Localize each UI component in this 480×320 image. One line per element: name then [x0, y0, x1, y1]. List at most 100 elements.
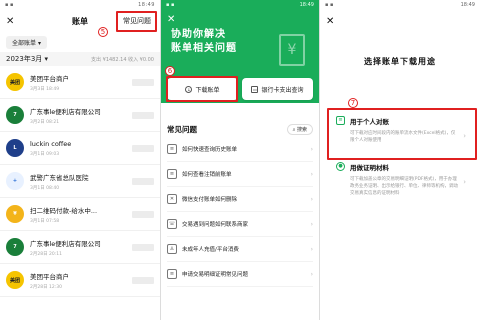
faq-button[interactable]: 常见问题	[120, 13, 154, 29]
faq-item[interactable]: ✕ 微信支付账单如何删除 ›	[167, 187, 313, 212]
transaction-date: 3月1日 08:40	[30, 185, 60, 191]
merchant-logo-icon: 美团	[6, 73, 24, 91]
filter-dropdown[interactable]: 全部账单 ▾	[6, 35, 47, 49]
transaction-row[interactable]: 7 广东事le便利店有限公司 2月28日 20:11	[0, 231, 160, 264]
transaction-date: 3月2日 08:21	[30, 119, 60, 125]
faq-item[interactable]: ☏ 交易遇到问题如何联系商家 ›	[167, 212, 313, 237]
transaction-row[interactable]: Lluckin coffee 3月1日 09:03	[0, 132, 160, 165]
transaction-date: 3月1日 07:58	[30, 218, 60, 224]
bill-list-screen: ▪ ▪ 18:49 ✕ 账单 常见问题 5 全部账单 ▾ 2023年3月 ▾ 支…	[0, 0, 160, 320]
amount-redacted	[132, 243, 154, 251]
purpose-options: ≡ 用于个人对账 可下载对应时间段内的账单流水文件(Excel格式)，仅限个人对…	[320, 110, 480, 203]
merchant-logo-icon: ¥	[6, 205, 24, 223]
chevron-right-icon: ›	[310, 145, 313, 153]
faq-section-title: 常见问题	[167, 124, 197, 134]
merchant-name: luckin coffee	[30, 139, 72, 148]
merchant-name: 美团平台商户	[30, 272, 69, 281]
transaction-info: 美团平台商户 3月3日 18:49	[30, 73, 132, 92]
search-label: 搜索	[296, 126, 307, 133]
chevron-right-icon: ›	[310, 170, 313, 178]
faq-question: 微信支付账单如何删除	[182, 197, 238, 203]
transaction-row[interactable]: + 武警广东省总队医院 3月1日 08:40	[0, 165, 160, 198]
status-bar: ▪ ▪ 18:49	[0, 0, 160, 10]
download-purpose-screen: ▪ ▪ 18:49 ✕ 选择账单下载用途 7 ≡ 用于个人对账 可下载对应时间段…	[320, 0, 480, 320]
option-title: 用于个人对账	[350, 118, 389, 126]
transaction-row[interactable]: ¥ 扫二维码付款-给水中... 3月1日 07:58	[0, 198, 160, 231]
faq-section: 常见问题 ⌕ 搜索 ≡ 如何快速查询历史账单 › ≡ 如何查看注销前账单 › ✕ 微信支付账单…	[161, 103, 319, 287]
amount-redacted	[132, 111, 154, 119]
chevron-right-icon: ›	[310, 195, 313, 203]
amount-redacted	[132, 210, 154, 218]
option-desc: 可下载对应时间段内的账单流水文件(Excel格式)，仅限个人对账使用	[350, 131, 456, 143]
step-marker-5: 5	[98, 27, 108, 37]
transaction-date: 3月3日 18:49	[30, 86, 60, 92]
transaction-row[interactable]: 美团 美团平台商户 3月3日 18:49	[0, 66, 160, 99]
transaction-row[interactable]: 7 广东事le便利店有限公司 3月2日 08:21	[0, 99, 160, 132]
merchant-name: 广东事le便利店有限公司	[30, 107, 101, 116]
close-icon[interactable]: ✕	[6, 16, 14, 27]
option-personal-reconcile[interactable]: ≡ 用于个人对账 可下载对应时间段内的账单流水文件(Excel格式)，仅限个人对…	[328, 110, 472, 150]
screenshot-collage: ▪ ▪ 18:49 ✕ 账单 常见问题 5 全部账单 ▾ 2023年3月 ▾ 支…	[0, 0, 480, 320]
amount-redacted	[132, 177, 154, 185]
faq-item[interactable]: ♙ 未成年人充值/平台消费 ›	[167, 237, 313, 262]
faq-question: 如何查看注销前账单	[182, 172, 232, 178]
transaction-info: 武警广东省总队医院 3月1日 08:40	[30, 172, 132, 191]
transaction-info: luckin coffee 3月1日 09:03	[30, 140, 132, 157]
transaction-date: 2月28日 12:30	[30, 284, 62, 290]
status-time: 18:49	[138, 2, 155, 8]
chevron-right-icon: ›	[310, 245, 313, 253]
faq-icon: ≡	[167, 169, 177, 179]
faq-icon: ✕	[167, 194, 177, 204]
close-icon[interactable]: ✕	[326, 16, 334, 27]
transaction-list: 美团 美团平台商户 3月3日 18:49 7 广东事le便利店有限公司 3月2日 08:2…	[0, 66, 160, 297]
seal-icon: ●	[336, 162, 345, 171]
status-time: 18:49	[460, 2, 475, 8]
search-button[interactable]: ⌕ 搜索	[286, 123, 313, 135]
faq-question: 如何快速查询历史账单	[182, 147, 238, 153]
step-marker-7: 7	[348, 98, 358, 108]
status-bar: ▪ ▪ 18:49	[161, 0, 319, 10]
merchant-logo-icon: 美团	[6, 271, 24, 289]
merchant-logo-icon: 7	[6, 238, 24, 256]
amount-redacted	[132, 144, 154, 152]
filter-row: 全部账单 ▾	[0, 32, 160, 52]
chevron-right-icon: ›	[463, 132, 466, 140]
amount-redacted	[132, 78, 154, 86]
filter-label: 全部账单	[12, 39, 37, 47]
transaction-info: 广东事le便利店有限公司 3月2日 08:21	[30, 106, 132, 125]
month-label: 2023年3月	[6, 55, 43, 63]
top-nav: ✕	[320, 10, 480, 32]
option-text: 用于个人对账 可下载对应时间段内的账单流水文件(Excel格式)，仅限个人对账使…	[350, 116, 458, 144]
transaction-info: 广东事le便利店有限公司 2月28日 20:11	[30, 238, 132, 257]
option-proof-material[interactable]: ● 用做证明材料 可下载加盖公章的交易明细证明(PDF格式)，用于办理政务业务证…	[328, 156, 472, 203]
status-icons-left: ▪ ▪	[5, 2, 14, 8]
option-title: 用做证明材料	[350, 164, 389, 172]
status-bar: ▪ ▪ 18:49	[320, 0, 480, 10]
bill-document-icon: ¥	[279, 34, 305, 66]
transaction-info: 扫二维码付款-给水中... 3月1日 07:58	[30, 205, 132, 224]
merchant-logo-icon: L	[6, 139, 24, 157]
status-time: 18:49	[299, 2, 314, 8]
faq-item[interactable]: ≡ 如何快速查询历史账单 ›	[167, 137, 313, 162]
faq-icon: ≡	[167, 269, 177, 279]
faq-question: 交易遇到问题如何联系商家	[182, 222, 249, 228]
month-selector[interactable]: 2023年3月 ▾	[6, 54, 48, 64]
bank-card-query-button[interactable]: ▭ 银行卡支出查询	[242, 78, 313, 100]
top-nav: ✕	[161, 10, 319, 28]
status-icons-left: ▪ ▪	[325, 2, 334, 8]
bill-help-screen: ▪ ▪ 18:49 ✕ 协助你解决 账单相关问题 ¥ ↓ 下载账单 ▭ 银行卡支…	[161, 0, 319, 320]
merchant-logo-icon: 7	[6, 106, 24, 124]
chevron-down-icon: ▾	[37, 39, 41, 47]
faq-item[interactable]: ≡ 如何查看注销前账单 ›	[167, 162, 313, 187]
merchant-name: 美团平台商户	[30, 74, 69, 83]
highlight-download	[166, 76, 238, 102]
faq-item[interactable]: ≡ 申请交易明细证明常见问题 ›	[167, 262, 313, 287]
transaction-row[interactable]: 美团 美团平台商户 2月28日 12:30	[0, 264, 160, 297]
bank-card-query-label: 银行卡支出查询	[261, 86, 304, 94]
chevron-right-icon: ›	[310, 220, 313, 228]
faq-list: ≡ 如何快速查询历史账单 › ≡ 如何查看注销前账单 › ✕ 微信支付账单如何删除 › ☏ 交易遇到…	[167, 137, 313, 287]
close-icon[interactable]: ✕	[167, 14, 175, 25]
month-summary: 支出 ¥1482.14 收入 ¥0.00	[91, 56, 154, 63]
status-icons-left: ▪ ▪	[166, 2, 175, 8]
search-icon: ⌕	[292, 126, 296, 133]
